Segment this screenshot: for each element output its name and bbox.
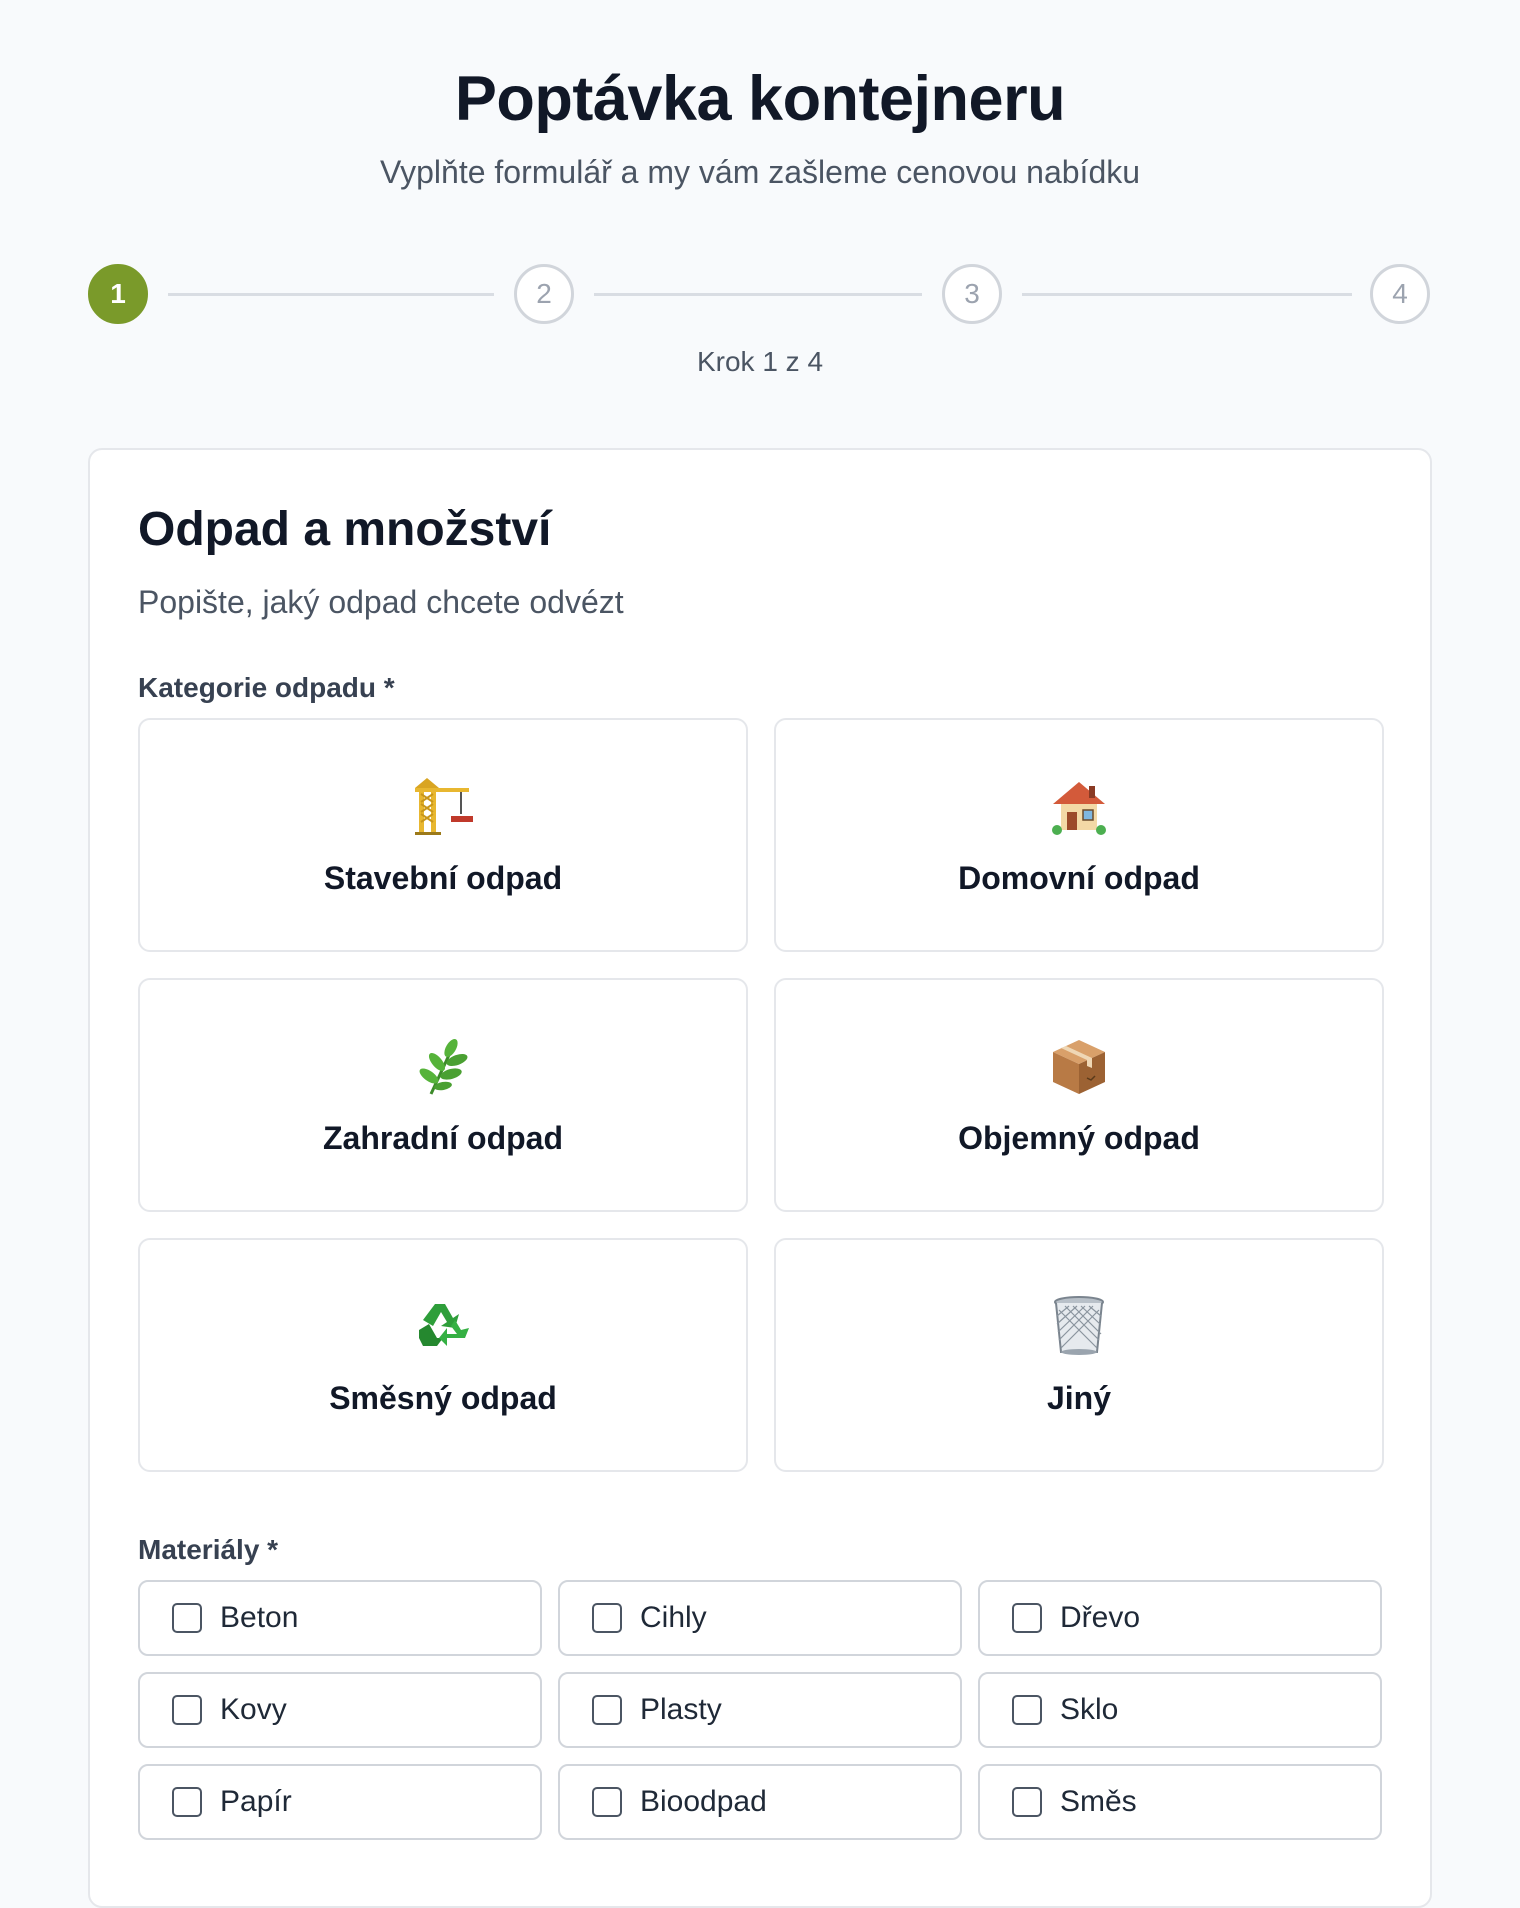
construction-crane-icon (415, 777, 473, 835)
material-option-cihly[interactable]: Cihly (558, 1580, 962, 1656)
step-connector (1022, 293, 1352, 296)
step-3: 3 (942, 264, 1002, 324)
material-label: Beton (220, 1601, 299, 1634)
material-option-drevo[interactable]: Dřevo (978, 1580, 1382, 1656)
checkbox[interactable] (172, 1787, 202, 1817)
step-1: 1 (88, 264, 148, 324)
materials-field-label: Materiály * (138, 1534, 279, 1565)
material-label: Sklo (1060, 1693, 1119, 1726)
category-label: Jiný (1046, 1379, 1112, 1416)
category-option-other[interactable]: Jiný (774, 1238, 1384, 1472)
material-label: Kovy (220, 1693, 287, 1726)
material-option-kovy[interactable]: Kovy (138, 1672, 542, 1748)
material-label: Cihly (640, 1601, 707, 1634)
material-option-sklo[interactable]: Sklo (978, 1672, 1382, 1748)
category-option-mixed[interactable]: Směsný odpad (138, 1238, 748, 1472)
page-subtitle: Vyplňte formulář a my vám zašleme cenovo… (379, 154, 1141, 190)
material-option-plasty[interactable]: Plasty (558, 1672, 962, 1748)
herb-leaf-icon (419, 1038, 468, 1095)
progress-stepper: 1 2 3 4 (88, 264, 1432, 328)
page-header: Poptávka kontejneru Vyplňte formulář a m… (0, 0, 1520, 194)
category-label: Zahradní odpad (323, 1119, 563, 1156)
step-caption: Krok 1 z 4 (696, 346, 824, 377)
material-label: Dřevo (1060, 1601, 1141, 1634)
category-option-household[interactable]: Domovní odpad (774, 718, 1384, 952)
wastebasket-icon (1054, 1295, 1104, 1355)
checkbox[interactable] (592, 1695, 622, 1725)
step-2: 2 (514, 264, 574, 324)
category-field-label: Kategorie odpadu * (138, 672, 395, 703)
category-label: Objemný odpad (958, 1119, 1200, 1156)
section-title: Odpad a množství (138, 503, 552, 556)
checkbox[interactable] (592, 1603, 622, 1633)
material-option-bioodpad[interactable]: Bioodpad (558, 1764, 962, 1840)
category-option-bulky[interactable]: Objemný odpad (774, 978, 1384, 1212)
material-label: Bioodpad (640, 1785, 767, 1818)
category-label: Stavební odpad (323, 859, 563, 896)
category-option-construction[interactable]: Stavební odpad (138, 718, 748, 952)
material-label: Směs (1060, 1785, 1137, 1818)
step-connector (168, 293, 494, 296)
checkbox[interactable] (172, 1603, 202, 1633)
house-icon (1052, 781, 1106, 835)
materials-grid: Beton Cihly Dřevo Kovy Plasty Sklo Papír… (138, 1580, 1382, 1840)
category-label: Směsný odpad (329, 1379, 557, 1416)
material-option-smes[interactable]: Směs (978, 1764, 1382, 1840)
step-connector (594, 293, 922, 296)
recycle-icon (419, 1303, 469, 1346)
checkbox[interactable] (172, 1695, 202, 1725)
checkbox[interactable] (592, 1787, 622, 1817)
section-subtitle: Popište, jaký odpad chcete odvézt (138, 584, 624, 620)
material-label: Papír (220, 1785, 292, 1818)
category-label: Domovní odpad (958, 859, 1200, 896)
page-title: Poptávka kontejneru (454, 64, 1066, 134)
checkbox[interactable] (1012, 1603, 1042, 1633)
material-label: Plasty (640, 1693, 722, 1726)
category-grid: Stavební odpad Domovní odpad Zahradní od… (138, 718, 1384, 1472)
material-option-papir[interactable]: Papír (138, 1764, 542, 1840)
step-4: 4 (1370, 264, 1430, 324)
form-card: Odpad a množství Popište, jaký odpad chc… (88, 448, 1432, 1908)
package-box-icon (1053, 1039, 1105, 1094)
page: Poptávka kontejneru Vyplňte formulář a m… (0, 0, 1520, 1908)
checkbox[interactable] (1012, 1695, 1042, 1725)
category-option-garden[interactable]: Zahradní odpad (138, 978, 748, 1212)
material-option-beton[interactable]: Beton (138, 1580, 542, 1656)
checkbox[interactable] (1012, 1787, 1042, 1817)
